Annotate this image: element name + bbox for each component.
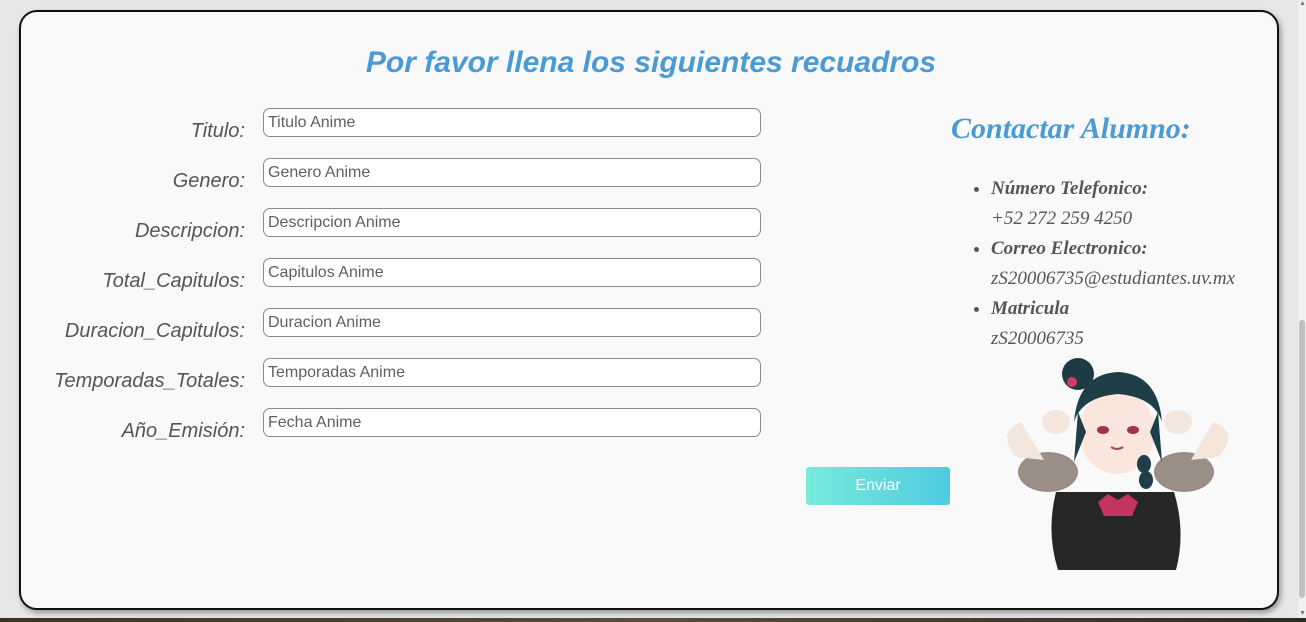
genero-input[interactable] (263, 158, 761, 187)
anio-emision-input[interactable] (263, 408, 761, 437)
total-capitulos-input[interactable] (263, 258, 761, 287)
total-capitulos-label: Total_Capitulos: (102, 270, 245, 292)
titulo-label: Titulo: (190, 120, 245, 142)
contact-heading: Contactar Alumno: (951, 112, 1191, 145)
field-row-anio-emision: Año_Emisión: (21, 408, 781, 442)
scroll-down-icon[interactable]: ▼ (1299, 610, 1306, 618)
page-scrollbar[interactable]: ▲ ▼ (1298, 0, 1306, 618)
field-row-duracion-capitulos: Duracion_Capitulos: (21, 308, 781, 342)
contact-item-phone: Número Telefonico: +52 272 259 4250 (991, 174, 1235, 234)
scroll-up-icon[interactable]: ▲ (1299, 0, 1306, 8)
contact-item-matricula: Matricula zS20006735 (991, 294, 1235, 354)
contact-item-email: Correo Electronico: zS20006735@estudiant… (991, 234, 1235, 294)
submit-button[interactable]: Enviar (806, 467, 950, 505)
phone-label: Número Telefonico: (991, 178, 1149, 199)
anime-girl-illustration (1007, 358, 1229, 570)
genero-label: Genero: (172, 170, 245, 192)
field-row-temporadas-totales: Temporadas_Totales: (21, 358, 781, 392)
phone-value: +52 272 259 4250 (991, 208, 1133, 229)
temporadas-totales-input[interactable] (263, 358, 761, 387)
field-row-genero: Genero: (21, 158, 781, 192)
descripcion-input[interactable] (263, 208, 761, 237)
email-label: Correo Electronico: (991, 238, 1148, 259)
matricula-label: Matricula (991, 298, 1070, 319)
page-title: Por favor llena los siguientes recuadros (365, 46, 937, 79)
anio-emision-label: Año_Emisión: (121, 420, 245, 442)
duracion-capitulos-label: Duracion_Capitulos: (64, 320, 245, 342)
email-value: zS20006735@estudiantes.uv.mx (991, 268, 1236, 289)
descripcion-label: Descripcion: (134, 220, 245, 242)
duracion-capitulos-input[interactable] (263, 308, 761, 337)
contact-list: Número Telefonico: +52 272 259 4250 Corr… (971, 174, 1235, 354)
form-card: Por favor llena los siguientes recuadros… (19, 10, 1279, 610)
field-row-total-capitulos: Total_Capitulos: (21, 258, 781, 292)
temporadas-totales-label: Temporadas_Totales: (54, 370, 245, 392)
matricula-value: zS20006735 (991, 328, 1084, 349)
field-row-descripcion: Descripcion: (21, 208, 781, 242)
taskbar-strip (0, 618, 1306, 622)
field-row-titulo: Titulo: (21, 108, 781, 142)
titulo-input[interactable] (263, 108, 761, 137)
scroll-thumb[interactable] (1299, 320, 1305, 598)
